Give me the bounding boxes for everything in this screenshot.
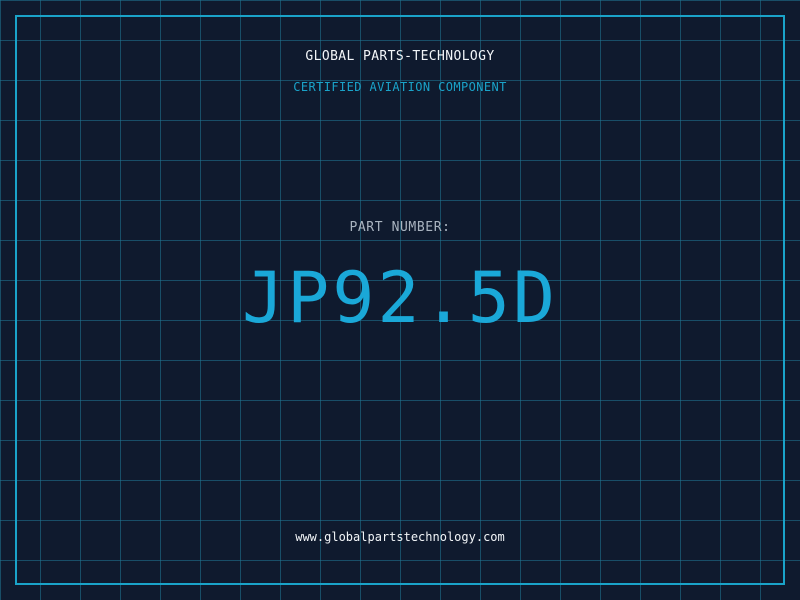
certification-tagline: CERTIFIED AVIATION COMPONENT <box>293 80 507 94</box>
website-url: www.globalpartstechnology.com <box>295 530 505 544</box>
label-card: GLOBAL PARTS-TECHNOLOGY CERTIFIED AVIATI… <box>0 0 800 600</box>
part-number-label: PART NUMBER: <box>349 220 451 235</box>
company-name: GLOBAL PARTS-TECHNOLOGY <box>305 49 495 64</box>
part-number-value: JP92.5D <box>241 257 558 339</box>
